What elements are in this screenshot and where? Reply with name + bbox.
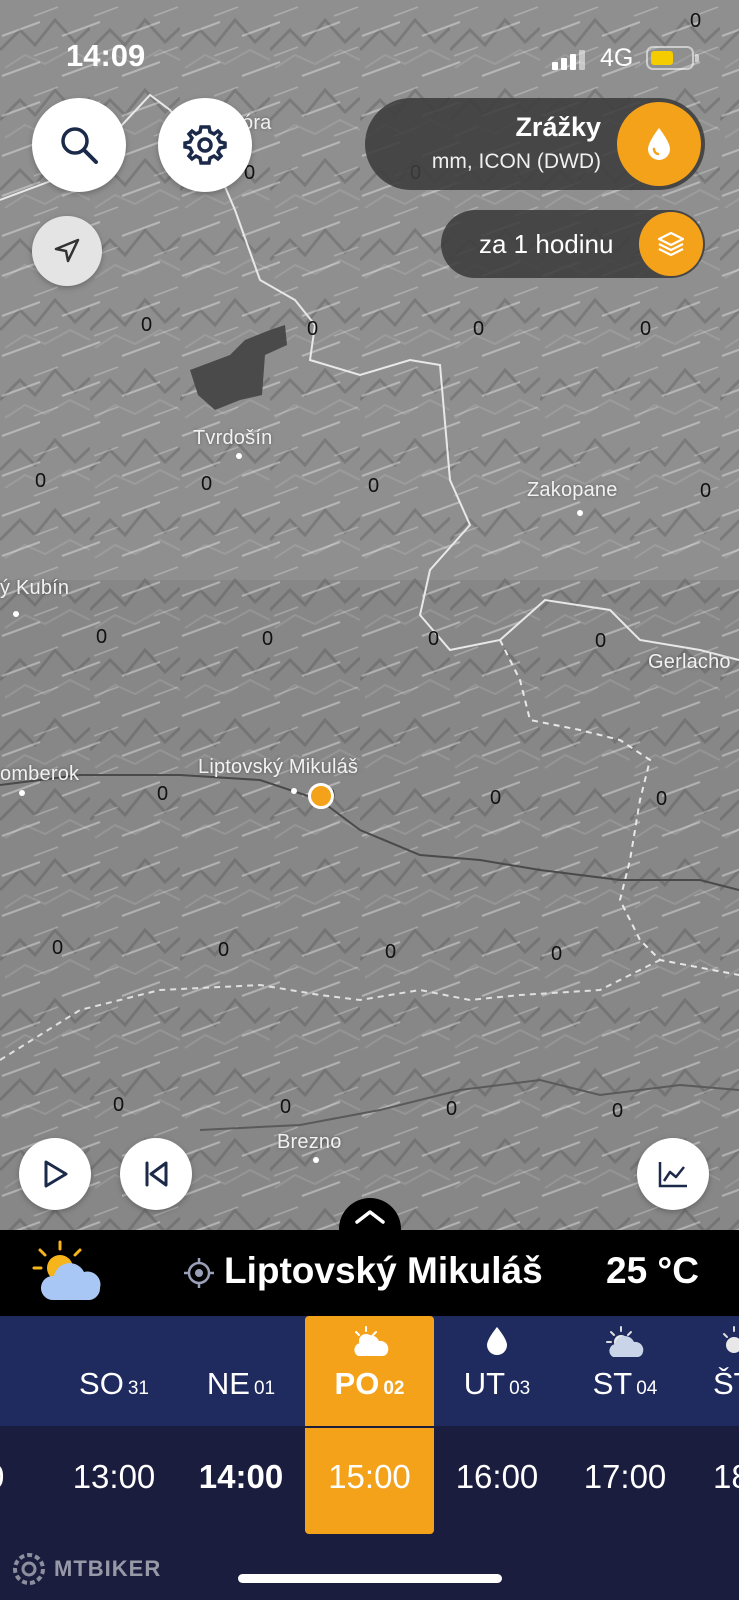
precip-value: 0	[201, 473, 213, 495]
hour-item[interactable]: 13:00	[50, 1426, 178, 1536]
label-zakopane: Zakopane	[527, 479, 618, 501]
layers-button[interactable]	[639, 212, 703, 276]
precip-value: 0	[428, 628, 440, 650]
day-selector[interactable]: 30 SO31 NE01 PO02 UT03	[0, 1316, 739, 1426]
label-ruzomberok: omberok	[0, 763, 80, 785]
location-target-icon	[184, 1258, 214, 1288]
sun-cloud-icon	[606, 1326, 644, 1357]
day-item[interactable]: SO 31	[50, 1316, 178, 1426]
precip-value: 0	[368, 475, 380, 497]
precip-value: 0	[307, 318, 319, 340]
current-temperature: 25 °C	[606, 1250, 699, 1291]
precipitation-layer-button[interactable]	[617, 102, 701, 186]
chart-icon	[658, 1162, 687, 1188]
precip-value: 0	[595, 630, 607, 652]
weather-map[interactable]: 000000000000000000000000000 Tvrdošín Zak…	[0, 0, 739, 1230]
hour-item[interactable]: 17:00	[561, 1426, 689, 1536]
time-range-selector[interactable]: za 1 hodinu	[441, 210, 705, 278]
settings-button[interactable]	[158, 98, 252, 192]
layer-selector[interactable]: Zrážky mm, ICON (DWD)	[365, 98, 705, 190]
skip-back-button[interactable]	[120, 1138, 192, 1210]
watermark: MTBIKER	[10, 1550, 161, 1588]
hour-item[interactable]: 18	[689, 1426, 739, 1536]
hour-item[interactable]: 00	[0, 1426, 50, 1536]
precip-value: 0	[385, 941, 397, 963]
precip-value: 0	[700, 480, 712, 502]
current-location-marker[interactable]	[308, 783, 334, 809]
sun-icon	[723, 1326, 739, 1353]
skip-back-icon	[145, 1161, 168, 1187]
sun-cloud-icon	[32, 1240, 101, 1300]
signal-icon	[552, 50, 586, 70]
current-weather-bar[interactable]: Liptovský Mikuláš 25 °C	[0, 1230, 739, 1316]
hour-item[interactable]: 16:00	[433, 1426, 561, 1536]
day-item[interactable]: ŠT	[689, 1316, 739, 1426]
network-type: 4G	[600, 44, 634, 72]
label-liptovsky-mikulas: Liptovský Mikuláš	[198, 756, 359, 778]
cloud-icon	[353, 1326, 388, 1356]
precip-value: 0	[52, 937, 64, 959]
precip-value: 0	[157, 783, 169, 805]
chart-button[interactable]	[637, 1138, 709, 1210]
drop-icon	[648, 128, 670, 160]
city-dot	[577, 510, 583, 516]
city-dot	[13, 611, 19, 617]
precip-value: 0	[551, 943, 563, 965]
play-button[interactable]	[19, 1138, 91, 1210]
layer-subtitle: mm, ICON (DWD)	[431, 150, 601, 173]
precip-value: 0	[262, 628, 274, 650]
day-item-selected[interactable]: PO 02	[305, 1316, 434, 1426]
home-indicator[interactable]	[238, 1574, 502, 1583]
day-item[interactable]: NE 01	[177, 1316, 305, 1426]
city-dot	[19, 790, 25, 796]
play-icon	[44, 1160, 68, 1188]
battery-icon	[646, 46, 699, 70]
city-dot	[313, 1157, 319, 1163]
chevron-up-icon	[355, 1210, 385, 1224]
city-dot	[236, 453, 242, 459]
watermark-text: MTBIKER	[54, 1556, 162, 1581]
drop-icon	[487, 1327, 507, 1355]
precip-value: 0	[35, 470, 47, 492]
layers-icon	[657, 231, 685, 257]
precip-value: 0	[446, 1098, 458, 1120]
hour-item-selected[interactable]: 15:00	[305, 1428, 434, 1534]
precip-value: 0	[690, 10, 702, 32]
label-tvrdosin: Tvrdošín	[193, 427, 273, 449]
precip-value: 0	[141, 314, 153, 336]
label-brezno: Brezno	[277, 1131, 342, 1153]
current-location-name: Liptovský Mikuláš	[224, 1250, 543, 1291]
layer-title: Zrážky	[515, 112, 601, 142]
locate-me-button[interactable]	[32, 216, 102, 286]
precip-value: 0	[640, 318, 652, 340]
precip-value: 0	[96, 626, 108, 648]
precip-value: 0	[612, 1100, 624, 1122]
hour-item-current[interactable]: 14:00	[177, 1426, 305, 1536]
navigation-arrow-icon	[54, 238, 80, 263]
precip-value: 0	[218, 939, 230, 961]
gear-logo-icon	[13, 1553, 45, 1585]
precip-value: 0	[113, 1094, 125, 1116]
precip-value: 0	[280, 1096, 292, 1118]
precip-value: 0	[656, 788, 668, 810]
search-icon	[61, 127, 98, 164]
time-range-label: za 1 hodinu	[479, 229, 614, 259]
search-button[interactable]	[32, 98, 126, 192]
city-dot	[291, 788, 297, 794]
status-time: 14:09	[66, 38, 146, 73]
day-item[interactable]: 30	[0, 1316, 50, 1426]
day-item[interactable]: UT 03	[433, 1316, 561, 1426]
label-gerlachov: Gerlacho	[648, 651, 731, 673]
gear-icon	[183, 125, 227, 165]
precip-value: 0	[490, 787, 502, 809]
label-dolny-kubin: ý Kubín	[0, 577, 70, 599]
day-item[interactable]: ST 04	[561, 1316, 689, 1426]
precip-value: 0	[473, 318, 485, 340]
